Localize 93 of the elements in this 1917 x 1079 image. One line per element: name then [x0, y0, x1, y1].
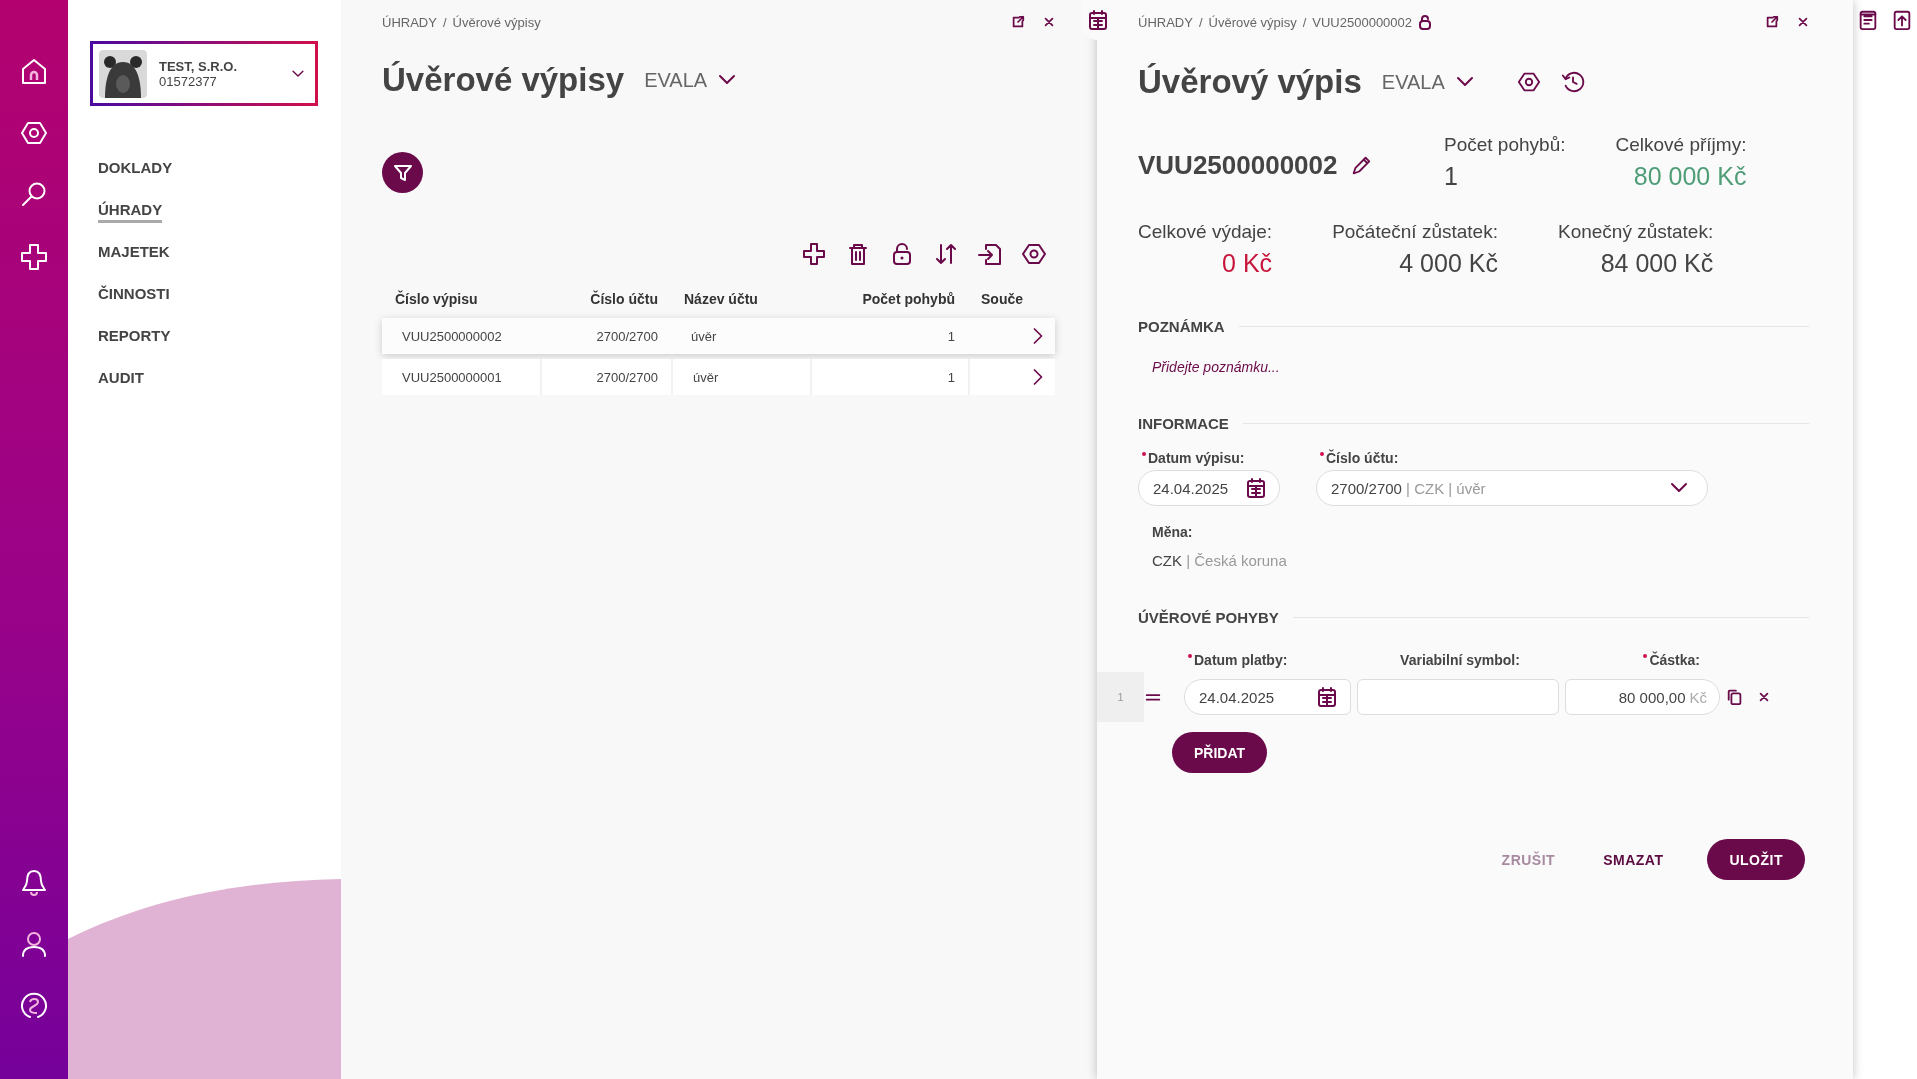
- breadcrumb-link[interactable]: ÚHRADY: [382, 14, 437, 30]
- date-field[interactable]: 24.04.2025: [1138, 470, 1280, 506]
- nav-link[interactable]: MAJETEK: [98, 243, 170, 265]
- upload-icon[interactable]: [1891, 8, 1913, 32]
- company-id: 01572377: [159, 73, 218, 89]
- stat-value: 0 Kč: [1222, 249, 1273, 278]
- home-icon[interactable]: [19, 56, 49, 86]
- calendar-icon[interactable]: [1316, 686, 1338, 708]
- settings-icon[interactable]: [1516, 70, 1541, 94]
- breadcrumb-separator: /: [1302, 14, 1307, 30]
- table-cell: VUU2500000002: [402, 328, 502, 344]
- stat-label: Počet pohybů:: [1444, 134, 1566, 156]
- column-header: Název účtu: [683, 290, 759, 309]
- company-selector[interactable]: TEST, S.R.O. 01572377: [90, 41, 318, 106]
- nav-link[interactable]: DOKLADY: [98, 159, 173, 181]
- column-header: Počet pohybů: [861, 290, 956, 309]
- table-cell: úvěr: [691, 328, 717, 344]
- field-label: Číslo účtu:: [1326, 450, 1399, 466]
- table-row[interactable]: VUU2500000001 2700/2700 úvěr 1: [382, 359, 1055, 395]
- nav-link[interactable]: AUDIT: [98, 369, 144, 391]
- external-link-icon[interactable]: [1765, 15, 1779, 29]
- table-cell: VUU2500000001: [402, 369, 502, 385]
- import-icon[interactable]: [977, 241, 1003, 267]
- close-icon[interactable]: [1797, 16, 1809, 28]
- field-label: Částka:: [1649, 652, 1700, 668]
- input-field[interactable]: [1357, 679, 1559, 715]
- table-cell: 2700/2700: [596, 369, 658, 385]
- stat-label: Celkové příjmy:: [1615, 134, 1747, 156]
- text-button[interactable]: SMAZAT: [1599, 839, 1668, 880]
- note-field[interactable]: Přidejte poznámku...: [1138, 359, 1809, 375]
- agenda-dropdown[interactable]: EVALA: [644, 68, 738, 92]
- agenda-dropdown[interactable]: EVALA: [1381, 70, 1475, 94]
- currency-value: CZK | Česká koruna: [1151, 552, 1288, 569]
- breadcrumb-link[interactable]: ÚHRADY: [1138, 14, 1193, 30]
- history-icon[interactable]: [1560, 70, 1585, 94]
- copy-icon[interactable]: [1726, 687, 1744, 707]
- section-heading: ÚVĚROVÉ POHYBY: [1138, 609, 1279, 626]
- close-icon[interactable]: [1043, 16, 1055, 28]
- nav-link[interactable]: ÚHRADY: [98, 201, 163, 223]
- close-icon[interactable]: [1758, 691, 1770, 703]
- stat-value: 4 000 Kč: [1399, 249, 1498, 278]
- chevron-right-icon[interactable]: [1031, 326, 1045, 346]
- table-cell: 1: [947, 369, 955, 385]
- row-number: 1: [1097, 672, 1144, 722]
- document-number: VUU2500000002: [1138, 150, 1338, 181]
- breadcrumb-link[interactable]: VUU2500000002: [1312, 14, 1413, 30]
- stat-value: 84 000 Kč: [1600, 249, 1714, 278]
- help-icon[interactable]: [19, 991, 49, 1021]
- table-cell: úvěr: [693, 369, 719, 385]
- section-heading: INFORMACE: [1138, 415, 1229, 432]
- sort-icon[interactable]: [933, 241, 959, 267]
- amount-field[interactable]: 80 000,00 Kč: [1565, 679, 1720, 715]
- user-icon[interactable]: [19, 929, 49, 959]
- date-field[interactable]: 24.04.2025: [1184, 679, 1351, 715]
- column-header: Souče: [980, 290, 1024, 309]
- breadcrumb-link[interactable]: Úvěrové výpisy: [1208, 14, 1297, 30]
- chevron-right-icon[interactable]: [1031, 367, 1045, 387]
- column-header: Číslo účtu: [589, 289, 659, 309]
- save-button[interactable]: ULOŽIT: [1707, 839, 1805, 880]
- page-title: Úvěrové výpisy: [382, 61, 625, 99]
- lock-icon[interactable]: [1418, 14, 1433, 30]
- stat-label: Celkové výdaje:: [1138, 221, 1273, 243]
- company-name: TEST, S.R.O.: [159, 58, 238, 74]
- stat-value: 80 000 Kč: [1633, 162, 1747, 191]
- filter-button[interactable]: [382, 152, 423, 193]
- nav-link[interactable]: ČINNOSTI: [98, 285, 170, 307]
- add-button[interactable]: PŘIDAT: [1172, 732, 1268, 773]
- calendar-icon[interactable]: [1087, 9, 1109, 31]
- field-label: Měna:: [1151, 524, 1194, 540]
- bell-icon[interactable]: [19, 867, 49, 897]
- section-heading: POZNÁMKA: [1138, 318, 1225, 335]
- external-link-icon[interactable]: [1011, 15, 1025, 29]
- column-header: Číslo výpisu: [394, 289, 479, 309]
- table-cell: 2700/2700: [596, 328, 658, 344]
- plus-icon[interactable]: [19, 242, 49, 272]
- breadcrumb-separator: /: [1198, 14, 1203, 30]
- field-label: Datum výpisu:: [1148, 450, 1245, 466]
- notepad-icon[interactable]: [1857, 8, 1879, 32]
- stat-value: 1: [1444, 162, 1458, 191]
- breadcrumb-link[interactable]: Úvěrové výpisy: [452, 14, 541, 30]
- add-icon[interactable]: [801, 241, 827, 267]
- calendar-icon[interactable]: [1245, 477, 1267, 499]
- page-title: Úvěrový výpis: [1138, 63, 1362, 101]
- field-label: Variabilní symbol:: [1400, 652, 1520, 668]
- settings-icon[interactable]: [1021, 241, 1047, 267]
- breadcrumb-separator: /: [442, 14, 447, 30]
- table-row[interactable]: VUU2500000002 2700/2700 úvěr 1: [382, 318, 1055, 354]
- stat-label: Konečný zůstatek:: [1557, 221, 1714, 243]
- nav-link[interactable]: REPORTY: [98, 327, 171, 349]
- table-cell: 1: [947, 328, 955, 344]
- account-dropdown[interactable]: 2700/2700 | CZK | úvěr: [1316, 470, 1708, 506]
- stat-label: Počáteční zůstatek:: [1332, 221, 1498, 243]
- field-label: Datum platby:: [1194, 652, 1288, 668]
